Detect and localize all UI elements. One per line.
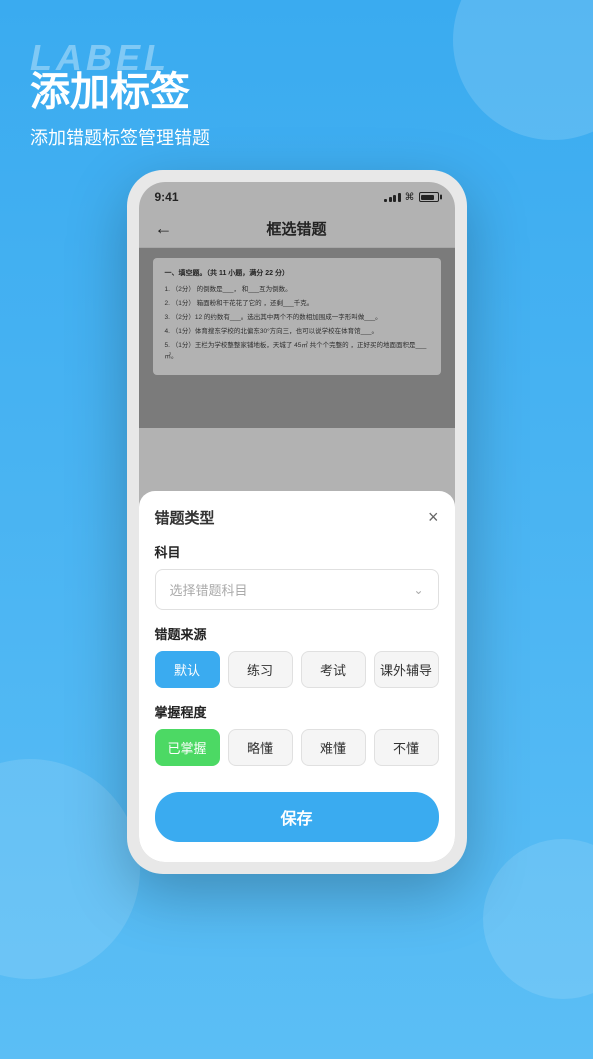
- phone-frame: 9:41 ⌘ ← 框选错题: [127, 170, 467, 874]
- modal-sheet: 错题类型 × 科目 选择错题科目 ⌄ 错题来源 默认 练习 考试 课外辅导: [139, 491, 455, 862]
- phone-inner: 9:41 ⌘ ← 框选错题: [139, 182, 455, 862]
- modal-header: 错题类型 ×: [155, 507, 439, 528]
- mastery-btn-dont-understand[interactable]: 不懂: [374, 729, 439, 766]
- mastery-btn-hard[interactable]: 难懂: [301, 729, 366, 766]
- save-bar: 保存: [155, 780, 439, 862]
- source-btn-default[interactable]: 默认: [155, 651, 220, 688]
- modal-close-button[interactable]: ×: [428, 507, 439, 528]
- mastery-btn-somewhat[interactable]: 略懂: [228, 729, 293, 766]
- mastery-buttons: 已掌握 略懂 难懂 不懂: [155, 729, 439, 766]
- source-buttons: 默认 练习 考试 课外辅导: [155, 651, 439, 688]
- save-button[interactable]: 保存: [155, 792, 439, 842]
- page-title: 添加标签: [30, 68, 563, 116]
- source-section-label: 错题来源: [155, 624, 439, 643]
- mastery-section-label: 掌握程度: [155, 702, 439, 721]
- subject-section-label: 科目: [155, 542, 439, 561]
- header: LABEL 添加标签 添加错题标签管理错题: [30, 40, 563, 150]
- mastery-btn-mastered[interactable]: 已掌握: [155, 729, 220, 766]
- chevron-down-icon: ⌄: [413, 583, 423, 597]
- phone-mockup: 9:41 ⌘ ← 框选错题: [127, 170, 467, 874]
- source-btn-extracurricular[interactable]: 课外辅导: [374, 651, 439, 688]
- subject-select[interactable]: 选择错题科目 ⌄: [155, 569, 439, 610]
- subject-placeholder: 选择错题科目: [170, 580, 248, 599]
- source-btn-practice[interactable]: 练习: [228, 651, 293, 688]
- page-subtitle: 添加错题标签管理错题: [30, 124, 563, 150]
- source-btn-exam[interactable]: 考试: [301, 651, 366, 688]
- modal-title: 错题类型: [155, 507, 215, 528]
